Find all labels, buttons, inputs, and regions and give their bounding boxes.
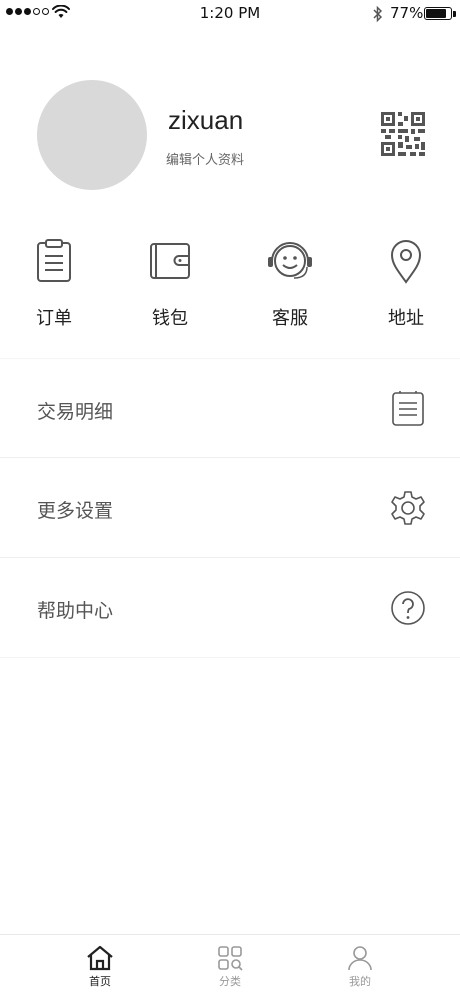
- quick-menu-address[interactable]: 地址: [366, 238, 446, 330]
- gear-icon: [391, 491, 425, 525]
- tab-bar: 首页 分类 我的: [0, 934, 460, 996]
- quick-menu-wallet[interactable]: 钱包: [130, 238, 210, 330]
- battery-level-fill: [426, 9, 447, 18]
- quick-menu-orders[interactable]: 订单: [14, 238, 94, 330]
- tab-label: 分类: [219, 975, 241, 988]
- help-icon: [391, 591, 425, 625]
- menu-row-label: 更多设置: [37, 500, 114, 522]
- customer-service-icon: [268, 242, 312, 279]
- quick-menu: 订单 钱包 客服 地址: [0, 238, 460, 330]
- menu-list: 交易明细 更多设置 帮助中心: [0, 358, 460, 658]
- clipboard-icon: [37, 239, 71, 282]
- list-icon: [392, 391, 424, 426]
- tab-label: 我的: [349, 975, 371, 988]
- home-icon: [87, 945, 113, 971]
- menu-row-help[interactable]: 帮助中心: [0, 558, 460, 658]
- wallet-icon: [150, 243, 190, 279]
- status-bar: 1:20 PM 77%: [0, 0, 460, 28]
- username: zixuan: [168, 105, 244, 135]
- menu-row-transactions[interactable]: 交易明细: [0, 358, 460, 458]
- quick-menu-label: 订单: [36, 308, 72, 329]
- quick-menu-label: 钱包: [152, 308, 188, 329]
- qr-code-icon[interactable]: [381, 112, 425, 156]
- menu-row-label: 帮助中心: [37, 600, 114, 622]
- location-pin-icon: [390, 240, 422, 284]
- quick-menu-customer-service[interactable]: 客服: [250, 238, 330, 330]
- edit-profile-link[interactable]: 编辑个人资料: [166, 149, 244, 168]
- quick-menu-label: 客服: [272, 308, 308, 329]
- tab-profile[interactable]: 我的: [330, 945, 390, 989]
- tab-category[interactable]: 分类: [200, 945, 260, 989]
- battery-icon: [424, 7, 452, 20]
- avatar[interactable]: [37, 80, 147, 190]
- category-icon: [218, 946, 243, 971]
- bluetooth-icon: [373, 5, 383, 23]
- battery-tip: [453, 11, 456, 17]
- menu-row-label: 交易明细: [37, 401, 114, 423]
- user-icon: [348, 946, 372, 971]
- tab-label: 首页: [89, 975, 111, 988]
- tab-home[interactable]: 首页: [70, 945, 130, 989]
- quick-menu-label: 地址: [388, 308, 424, 329]
- battery-percent: 77%: [390, 4, 424, 22]
- menu-row-settings[interactable]: 更多设置: [0, 458, 460, 558]
